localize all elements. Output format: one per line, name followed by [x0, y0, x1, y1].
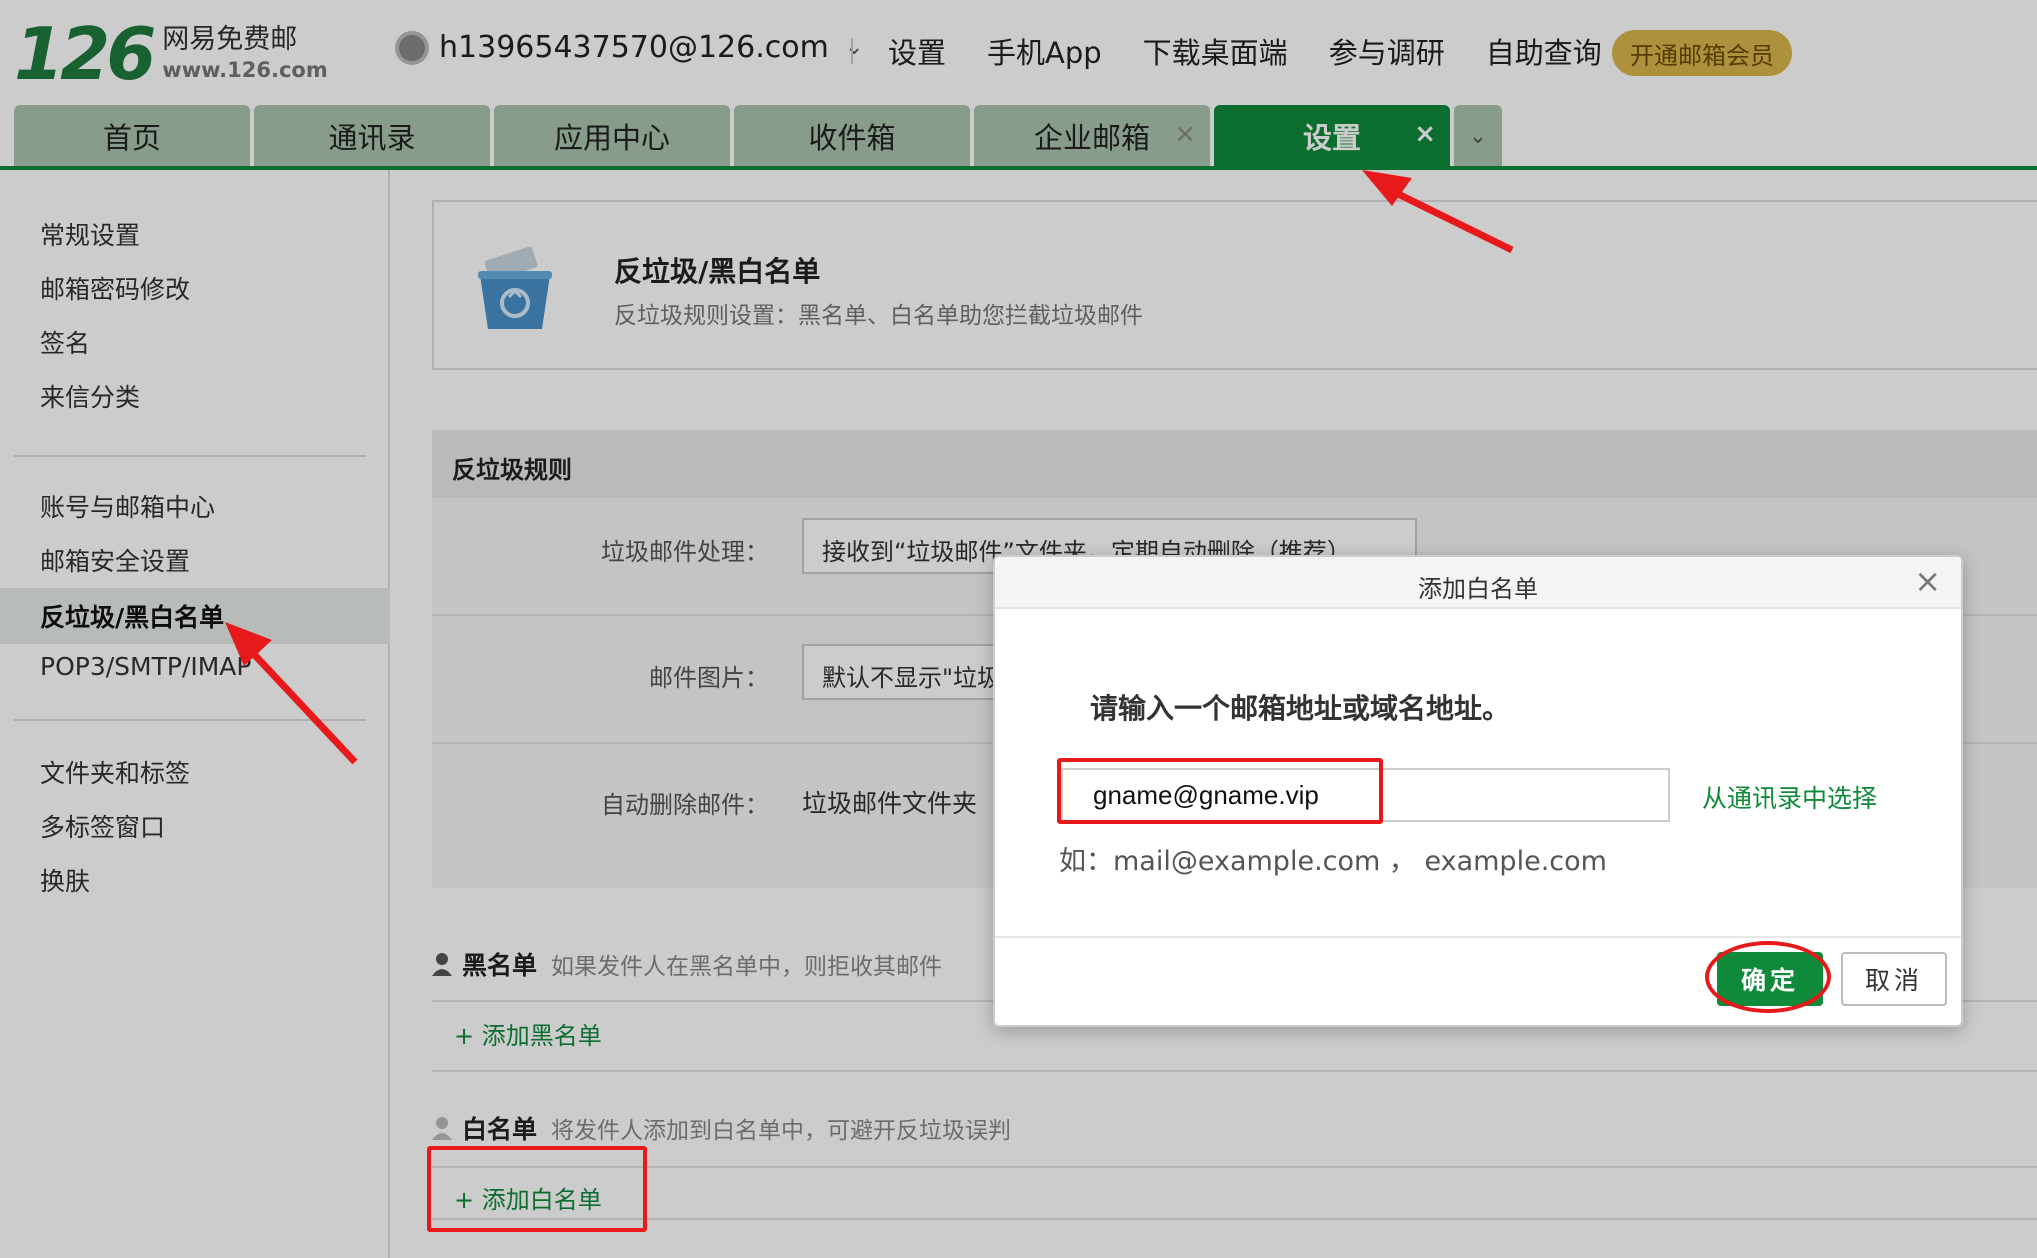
cancel-button[interactable]: 取消 — [1841, 952, 1947, 1006]
dialog-header: 添加白名单 × — [995, 557, 1961, 609]
close-icon[interactable]: × — [1914, 565, 1941, 597]
dialog-title: 添加白名单 — [1418, 575, 1538, 603]
annotation-add-whitelist-highlight — [427, 1146, 647, 1232]
choose-from-contacts-link[interactable]: 从通讯录中选择 — [1702, 779, 1877, 815]
dialog-example-hint: 如：mail@example.com ， example.com — [1059, 846, 1607, 877]
annotation-confirm-highlight — [1705, 941, 1831, 1013]
annotation-input-highlight — [1057, 758, 1383, 824]
dialog-prompt: 请输入一个邮箱地址或域名地址。 — [1090, 692, 1511, 725]
dialog-footer-divider — [995, 936, 1961, 938]
